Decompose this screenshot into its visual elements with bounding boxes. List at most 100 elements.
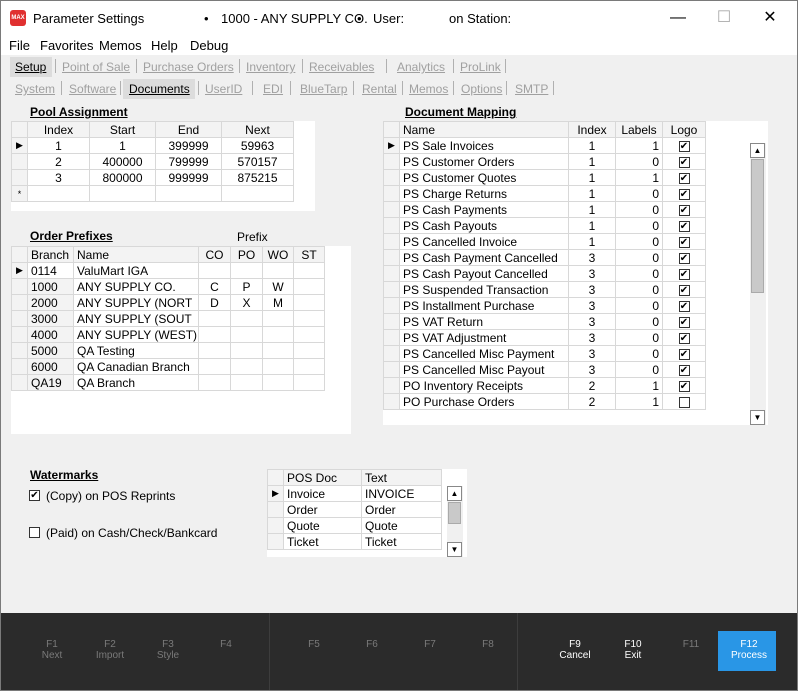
tab-software[interactable]: Software [69, 82, 116, 96]
table-row[interactable]: PS Cancelled Misc Payment 3 0 ✔ [383, 345, 706, 362]
logo-checkbox[interactable]: ✔ [678, 300, 690, 312]
new-row[interactable]: * [11, 185, 294, 202]
column-header-st[interactable]: ST [293, 246, 325, 263]
copy-watermark-label[interactable]: (Copy) on POS Reprints [46, 489, 175, 503]
tab-analytics[interactable]: Analytics [397, 60, 445, 74]
tab-purchase-orders[interactable]: Purchase Orders [143, 60, 234, 74]
table-row[interactable]: PS VAT Adjustment 3 0 ✔ [383, 329, 706, 346]
column-header-index[interactable]: Index [27, 121, 90, 138]
tab-bluetarp[interactable]: BlueTarp [300, 82, 347, 96]
maximize-button[interactable]: ☐ [701, 1, 747, 35]
copy-watermark-checkbox[interactable]: ✔ [29, 490, 40, 501]
tab-options[interactable]: Options [461, 82, 502, 96]
logo-checkbox[interactable]: ✔ [678, 188, 690, 200]
table-row[interactable]: 3000 ANY SUPPLY (SOUT [11, 310, 325, 327]
minimize-button[interactable]: — [655, 1, 701, 35]
logo-checkbox[interactable]: ✔ [678, 284, 690, 296]
paid-watermark-checkbox[interactable] [29, 527, 40, 538]
logo-checkbox[interactable]: ✔ [678, 220, 690, 232]
tab-inventory[interactable]: Inventory [246, 60, 295, 74]
table-row[interactable]: ▶ Invoice INVOICE [267, 485, 442, 502]
table-row[interactable]: PS Customer Quotes 1 1 ✔ [383, 169, 706, 186]
column-header-logo[interactable]: Logo [662, 121, 706, 138]
column-header-branch[interactable]: Branch [27, 246, 74, 263]
logo-checkbox[interactable]: ✔ [678, 252, 690, 264]
logo-checkbox[interactable]: ✔ [678, 172, 690, 184]
tab-point-of-sale[interactable]: Point of Sale [62, 60, 130, 74]
logo-checkbox[interactable]: ✔ [678, 236, 690, 248]
menu-debug[interactable]: Debug [190, 38, 228, 53]
table-row[interactable]: ▶ 1 1 399999 59963 [11, 137, 294, 154]
table-row[interactable]: PS Cash Payout Cancelled 3 0 ✔ [383, 265, 706, 282]
table-row[interactable]: PO Inventory Receipts 2 1 ✔ [383, 377, 706, 394]
logo-checkbox[interactable]: ✔ [678, 204, 690, 216]
table-row[interactable]: 2 400000 799999 570157 [11, 153, 294, 170]
column-header-name[interactable]: Name [399, 121, 569, 138]
tab-system[interactable]: System [15, 82, 55, 96]
tab-receivables[interactable]: Receivables [309, 60, 374, 74]
table-row[interactable]: Ticket Ticket [267, 533, 442, 550]
tab-prolink[interactable]: ProLink [460, 60, 501, 74]
logo-checkbox[interactable]: ✔ [678, 156, 690, 168]
table-row[interactable]: PS Installment Purchase 3 0 ✔ [383, 297, 706, 314]
tab-userid[interactable]: UserID [205, 82, 242, 96]
logo-checkbox[interactable]: ✔ [678, 316, 690, 328]
scroll-down-icon[interactable]: ▼ [750, 410, 765, 425]
logo-checkbox[interactable]: ✔ [678, 268, 690, 280]
column-header-co[interactable]: CO [198, 246, 231, 263]
tab-setup[interactable]: Setup [15, 60, 46, 74]
table-row[interactable]: PS Charge Returns 1 0 ✔ [383, 185, 706, 202]
menu-help[interactable]: Help [151, 38, 178, 53]
logo-checkbox[interactable]: ✔ [678, 332, 690, 344]
logo-checkbox[interactable] [678, 396, 690, 408]
scroll-thumb[interactable] [448, 502, 461, 524]
logo-checkbox[interactable]: ✔ [678, 380, 690, 392]
logo-checkbox[interactable]: ✔ [678, 364, 690, 376]
table-row[interactable]: PS Cash Payouts 1 0 ✔ [383, 217, 706, 234]
column-header-index[interactable]: Index [568, 121, 616, 138]
table-row[interactable]: PS Cash Payments 1 0 ✔ [383, 201, 706, 218]
column-header-po[interactable]: PO [230, 246, 263, 263]
table-row[interactable]: 4000 ANY SUPPLY (WEST) [11, 326, 325, 343]
table-row[interactable]: PS Cash Payment Cancelled 3 0 ✔ [383, 249, 706, 266]
close-button[interactable]: ✕ [747, 1, 793, 35]
column-header-text[interactable]: Text [361, 469, 442, 486]
scroll-up-icon[interactable]: ▲ [750, 143, 765, 158]
column-header-pos-doc[interactable]: POS Doc [283, 469, 362, 486]
table-row[interactable]: PO Purchase Orders 2 1 [383, 393, 706, 410]
pos-doc-scrollbar[interactable]: ▲ ▼ [447, 486, 463, 557]
tab-edi[interactable]: EDI [263, 82, 283, 96]
function-key-f12[interactable]: F12 Process [720, 639, 778, 661]
table-row[interactable]: 5000 QA Testing [11, 342, 325, 359]
column-header-end[interactable]: End [155, 121, 222, 138]
table-row[interactable]: Quote Quote [267, 517, 442, 534]
scroll-thumb[interactable] [751, 159, 764, 293]
scroll-up-icon[interactable]: ▲ [447, 486, 462, 501]
column-header-name[interactable]: Name [73, 246, 199, 263]
mapping-scrollbar[interactable]: ▲ ▼ [750, 143, 766, 425]
table-row[interactable]: 1000 ANY SUPPLY CO. C P W [11, 278, 325, 295]
paid-watermark-label[interactable]: (Paid) on Cash/Check/Bankcard [46, 526, 217, 540]
tab-smtp[interactable]: SMTP [515, 82, 548, 96]
column-header-wo[interactable]: WO [262, 246, 294, 263]
menu-file[interactable]: File [9, 38, 30, 53]
tab-memos[interactable]: Memos [409, 82, 448, 96]
column-header-labels[interactable]: Labels [615, 121, 663, 138]
logo-checkbox[interactable]: ✔ [678, 140, 690, 152]
table-row[interactable]: PS Cancelled Misc Payout 3 0 ✔ [383, 361, 706, 378]
table-row[interactable]: 2000 ANY SUPPLY (NORT D X M [11, 294, 325, 311]
column-header-next[interactable]: Next [221, 121, 294, 138]
menu-favorites[interactable]: Favorites [40, 38, 93, 53]
table-row[interactable]: PS Cancelled Invoice 1 0 ✔ [383, 233, 706, 250]
tab-documents[interactable]: Documents [129, 82, 190, 96]
table-row[interactable]: 6000 QA Canadian Branch [11, 358, 325, 375]
scroll-down-icon[interactable]: ▼ [447, 542, 462, 557]
column-header-start[interactable]: Start [89, 121, 156, 138]
tab-rental[interactable]: Rental [362, 82, 397, 96]
menu-memos[interactable]: Memos [99, 38, 142, 53]
table-row[interactable]: PS Suspended Transaction 3 0 ✔ [383, 281, 706, 298]
table-row[interactable]: 3 800000 999999 875215 [11, 169, 294, 186]
table-row[interactable]: PS VAT Return 3 0 ✔ [383, 313, 706, 330]
table-row[interactable]: Order Order [267, 501, 442, 518]
table-row[interactable]: PS Customer Orders 1 0 ✔ [383, 153, 706, 170]
